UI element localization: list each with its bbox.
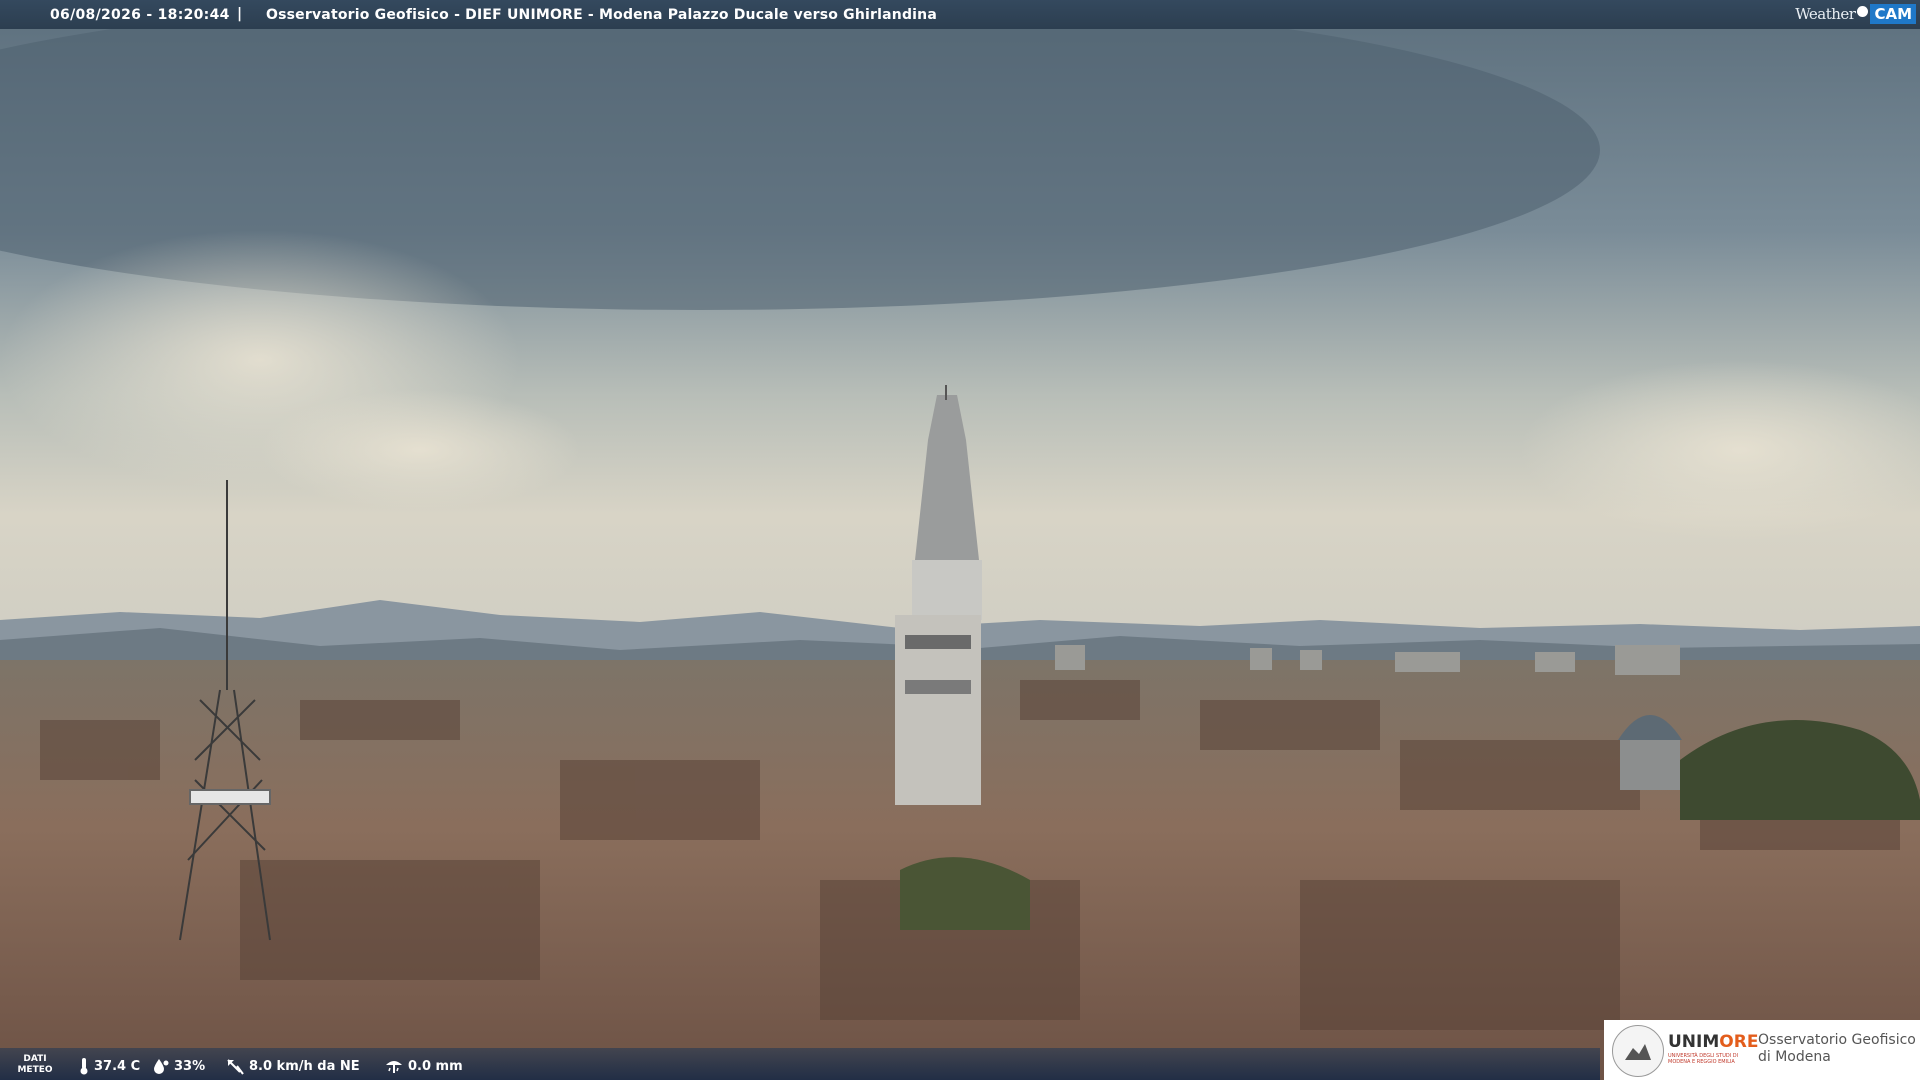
logo-word: Weather (1795, 5, 1856, 23)
camera-title: Osservatorio Geofisico - DIEF UNIMORE - … (266, 7, 937, 23)
weather-data-label: DATI METEO (17, 1054, 53, 1075)
logo-cam: CAM (1870, 4, 1916, 24)
humidity-drop-icon (154, 1059, 169, 1074)
timestamp: 06/08/2026 - 18:20:44 (50, 7, 230, 23)
rain-gauge-icon (386, 1061, 402, 1073)
logo-dot-icon (1857, 5, 1869, 17)
thermometer-icon (80, 1058, 88, 1075)
cumulus-cloud-left-2 (260, 390, 580, 510)
unimore-name: UNIMORE (1668, 1032, 1759, 1052)
wind-vane-icon (227, 1059, 244, 1075)
header-separator: | (237, 6, 243, 22)
header-bar: 06/08/2026 - 18:20:44 | Osservatorio Geo… (0, 0, 1920, 29)
observatory-name: Osservatorio Geofisico di Modena (1758, 1032, 1916, 1065)
humidity-reading: 33% (152, 1056, 205, 1076)
webcam-city-view (0, 0, 1920, 1080)
university-seal-icon (1612, 1025, 1664, 1077)
temperature-reading: 37.4 C (78, 1056, 140, 1076)
unimore-branding: UNIMORE UNIVERSITÀ DEGLI STUDI DI MODENA… (1604, 1020, 1920, 1080)
university-line: UNIVERSITÀ DEGLI STUDI DI MODENA E REGGI… (1668, 1053, 1739, 1065)
wind-reading: 8.0 km/h da NE (225, 1056, 360, 1076)
rain-reading: 0.0 mm (384, 1056, 463, 1076)
weathercam-logo: Weather CAM (1795, 3, 1916, 25)
